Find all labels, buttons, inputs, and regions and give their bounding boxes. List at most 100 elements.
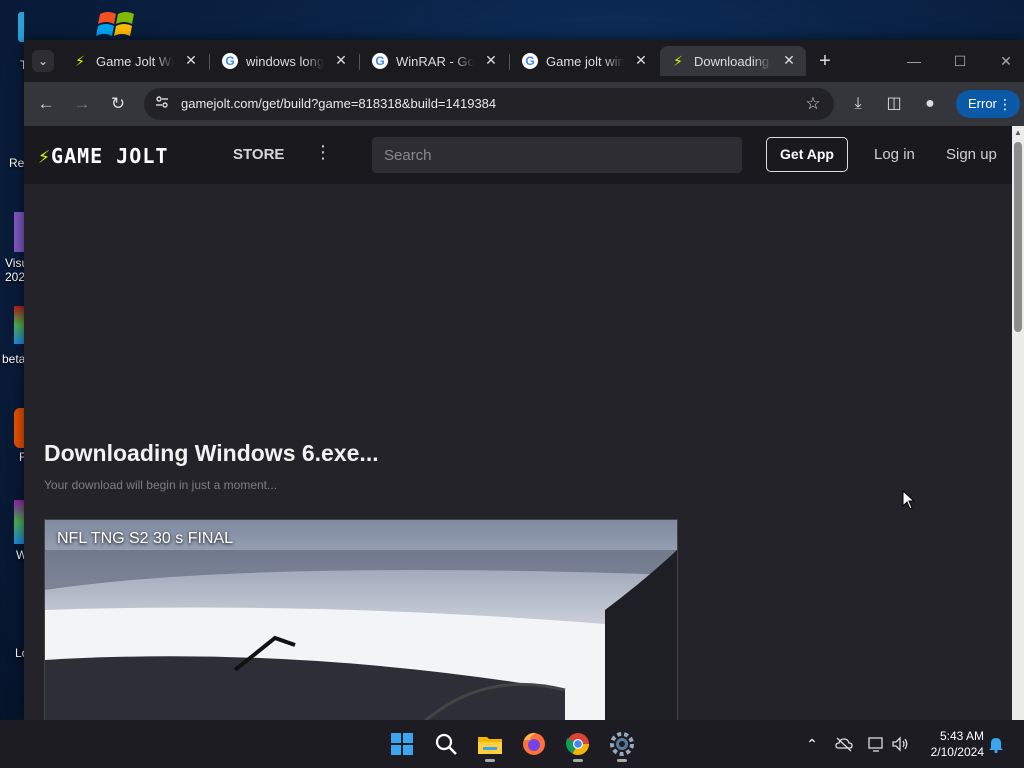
- tab-title: Game jolt windows: [546, 54, 624, 69]
- side-panel-icon: ◫: [886, 95, 902, 112]
- tab-title: windows longhorn: [246, 54, 324, 69]
- profile-error-button[interactable]: Error ⋮: [956, 90, 1020, 118]
- page-content: ⚡GAME JOLT STORE ⋮ Get App Log in Sign u…: [24, 126, 1012, 720]
- taskbar-search-button[interactable]: [430, 728, 462, 760]
- back-button[interactable]: ←: [34, 92, 58, 116]
- tab-windows-longhorn[interactable]: G windows longhorn ✕: [212, 46, 358, 76]
- page-scrollbar[interactable]: ▲: [1012, 126, 1024, 720]
- chrome-button[interactable]: [562, 728, 594, 762]
- close-tab-icon[interactable]: ✕: [632, 51, 650, 69]
- chrome-icon: [566, 733, 589, 755]
- tab-winrar-google[interactable]: G WinRAR - Google ✕: [362, 46, 508, 76]
- logo-text: GAME JOLT: [51, 144, 169, 168]
- desktop-icon[interactable]: [0, 12, 24, 46]
- store-link[interactable]: STORE: [233, 146, 284, 163]
- winrar-icon[interactable]: [14, 306, 24, 344]
- chevron-down-icon: ⌄: [37, 54, 49, 68]
- desktop-icon-label: beta: [2, 352, 26, 366]
- network-icon[interactable]: [866, 734, 886, 754]
- settings-button[interactable]: [606, 728, 638, 762]
- site-header: ⚡GAME JOLT STORE ⋮ Get App Log in Sign u…: [24, 126, 1012, 184]
- video-title: NFL TNG S2 30 s FINAL: [57, 530, 234, 547]
- google-favicon-icon: G: [372, 53, 388, 69]
- tab-divider: [509, 54, 510, 70]
- google-favicon-icon: G: [522, 53, 538, 69]
- clock-date: 2/10/2024: [930, 745, 984, 759]
- more-vert-icon: ⋮: [998, 96, 1012, 112]
- browser-window: ⌄ ⚡ Game Jolt Windows ✕ G windows longho…: [24, 40, 1024, 720]
- download-subtitle: Your download will begin in just a momen…: [44, 478, 278, 492]
- close-tab-icon[interactable]: ✕: [332, 51, 350, 69]
- taskbar: ⌃ 5:43 AM 2/10/2024: [0, 720, 1024, 768]
- browser-toolbar: ← → ↻ gamejolt.com/get/build?game=818318…: [24, 82, 1024, 126]
- bookmark-star-icon[interactable]: ☆: [802, 93, 824, 115]
- login-link[interactable]: Log in: [874, 146, 915, 163]
- windows-flag-icon[interactable]: [96, 8, 140, 40]
- file-explorer-button[interactable]: [474, 728, 506, 762]
- arrow-left-icon: ←: [37, 94, 55, 113]
- minimize-icon: —: [907, 53, 921, 69]
- more-menu-button[interactable]: ⋮: [314, 142, 332, 166]
- tab-title: Downloading Windows: [694, 54, 772, 69]
- chevron-up-icon: ⌃: [806, 736, 818, 752]
- firefox-button[interactable]: [518, 728, 550, 760]
- google-favicon-icon: G: [222, 53, 238, 69]
- get-app-button[interactable]: Get App: [766, 137, 848, 172]
- download-title: Downloading Windows 6.exe...: [44, 440, 379, 466]
- tab-downloading-windows[interactable]: ⚡ Downloading Windows ✕: [660, 46, 806, 76]
- gamejolt-favicon-icon: ⚡: [673, 53, 683, 69]
- tab-title: Game Jolt Windows: [96, 54, 174, 69]
- close-tab-icon[interactable]: ✕: [780, 51, 798, 69]
- maximize-button[interactable]: ☐: [940, 48, 980, 74]
- reload-icon: ↻: [110, 94, 126, 113]
- desktop-icon-label: 202: [5, 270, 26, 284]
- show-hidden-icons-button[interactable]: ⌃: [802, 734, 822, 754]
- scrollbar-thumb[interactable]: [1014, 142, 1022, 332]
- maximize-icon: ☐: [953, 53, 967, 69]
- onedrive-icon[interactable]: [834, 734, 854, 754]
- visual-studio-icon[interactable]: [14, 212, 24, 252]
- side-panel-button[interactable]: ◫: [882, 92, 906, 116]
- minimize-button[interactable]: —: [894, 48, 934, 74]
- site-settings-icon[interactable]: [152, 94, 172, 114]
- close-icon: ✕: [1000, 53, 1012, 69]
- tab-strip: ⌄ ⚡ Game Jolt Windows ✕ G windows longho…: [24, 40, 1024, 82]
- profile-icon: ●: [925, 95, 935, 112]
- address-bar[interactable]: gamejolt.com/get/build?game=818318&build…: [144, 88, 834, 120]
- reload-button[interactable]: ↻: [106, 92, 130, 116]
- new-tab-button[interactable]: +: [814, 50, 836, 72]
- close-tab-icon[interactable]: ✕: [482, 51, 500, 69]
- mouse-cursor-icon: [902, 490, 916, 510]
- desktop-icon-label: Re: [9, 156, 25, 170]
- tab-title: WinRAR - Google: [396, 54, 474, 69]
- taskbar-clock[interactable]: 5:43 AM 2/10/2024: [920, 728, 984, 760]
- settings-icon: [610, 732, 634, 756]
- more-vert-icon: ⋮: [314, 142, 332, 162]
- firefox-icon: [523, 732, 545, 755]
- search-icon: [435, 733, 457, 755]
- site-search-input[interactable]: [372, 137, 742, 173]
- signup-link[interactable]: Sign up: [946, 146, 997, 163]
- tab-game-jolt-windows[interactable]: ⚡ Game Jolt Windows ✕: [62, 46, 208, 76]
- close-window-button[interactable]: ✕: [986, 48, 1024, 74]
- gamejolt-logo[interactable]: ⚡GAME JOLT: [38, 144, 168, 168]
- tab-search-button[interactable]: ⌄: [32, 50, 54, 72]
- tab-game-jolt-windows-search[interactable]: G Game jolt windows ✕: [512, 46, 658, 76]
- close-tab-icon[interactable]: ✕: [182, 51, 200, 69]
- video-ad[interactable]: NFL TNG S2 30 s FINAL: [44, 519, 678, 720]
- clock-time: 5:43 AM: [939, 729, 984, 743]
- scroll-up-icon[interactable]: ▲: [1014, 128, 1022, 138]
- start-button[interactable]: [386, 728, 418, 760]
- notification-bell-icon[interactable]: [986, 734, 1006, 754]
- tab-divider: [209, 54, 210, 70]
- bolt-icon: ⚡: [38, 144, 52, 168]
- downloads-button[interactable]: ⤓: [846, 92, 870, 116]
- url-text[interactable]: gamejolt.com/get/build?game=818318&build…: [181, 96, 496, 111]
- profile-button[interactable]: ●: [918, 92, 942, 116]
- app-icon[interactable]: [14, 408, 24, 448]
- volume-icon[interactable]: [890, 734, 910, 754]
- forward-button[interactable]: →: [70, 92, 94, 116]
- start-icon: [391, 733, 413, 755]
- archive-icon[interactable]: [14, 500, 24, 544]
- tab-divider: [359, 54, 360, 70]
